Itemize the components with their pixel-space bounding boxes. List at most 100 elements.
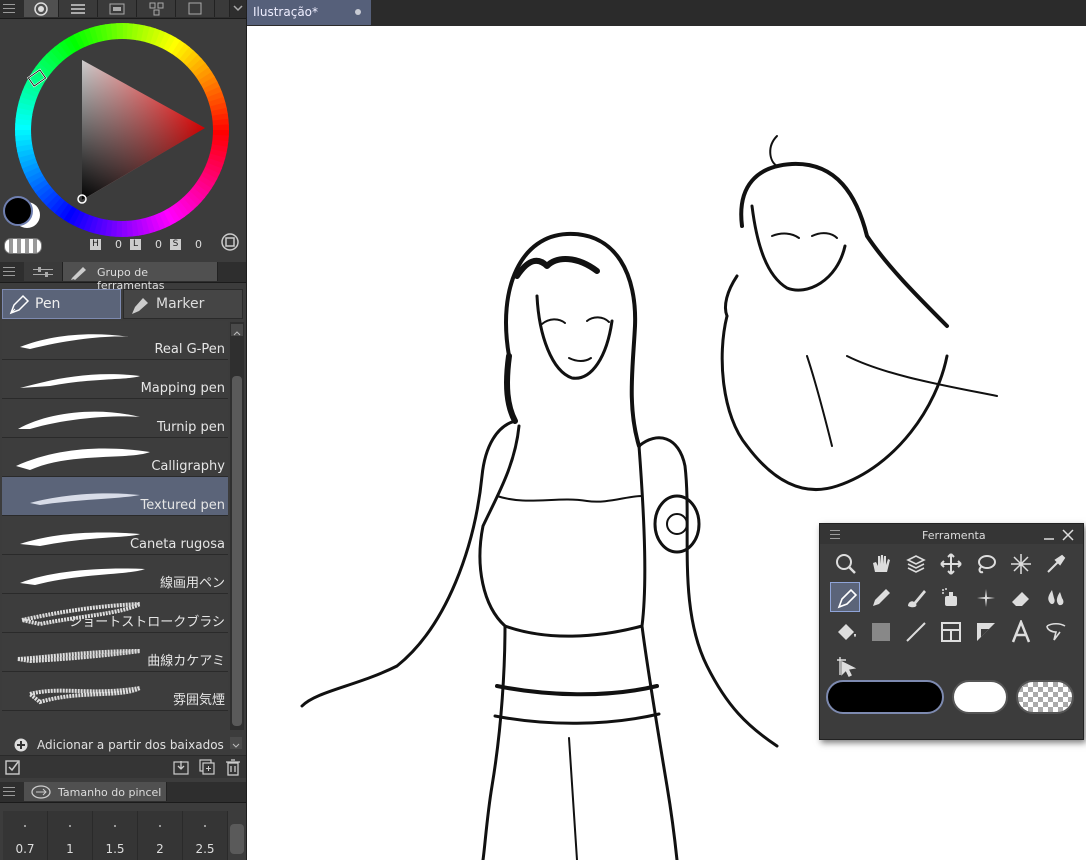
tab-more[interactable]: [215, 0, 230, 17]
brush-label: Turnip pen: [156, 420, 225, 435]
tab-color-slider[interactable]: [59, 0, 98, 17]
tab-tool-property[interactable]: [24, 262, 63, 281]
tab-marker[interactable]: Marker: [123, 289, 243, 319]
size-dot: [24, 825, 26, 827]
scroll-thumb[interactable]: [232, 376, 242, 726]
close-icon[interactable]: [1061, 528, 1075, 542]
tool-button-gradient[interactable]: [865, 616, 895, 646]
brush-size-preset[interactable]: 2: [138, 811, 183, 860]
tool-button-eraser[interactable]: [1005, 582, 1035, 612]
s-label: S: [170, 239, 181, 250]
tool-button-layer-select[interactable]: [900, 548, 930, 578]
tool-button-brush[interactable]: [900, 582, 930, 612]
add-from-downloads-label: Adicionar a partir dos baixados: [37, 738, 224, 752]
tab-color-wheel[interactable]: [24, 0, 59, 17]
tool-palette-titlebar[interactable]: Ferramenta: [820, 524, 1083, 544]
brush-icon: [908, 590, 926, 608]
brush-label: Caneta rugosa: [129, 537, 225, 552]
color-wheel[interactable]: [10, 20, 235, 260]
brush-size-value: 2: [156, 842, 164, 856]
download-icon[interactable]: [172, 758, 190, 776]
tool-button-pencil[interactable]: [865, 582, 895, 612]
brush-label: Calligraphy: [151, 459, 225, 474]
balloon-icon: [1046, 622, 1066, 641]
brush-item[interactable]: Mapping pen: [2, 360, 228, 399]
tool-button-operation[interactable]: [830, 650, 860, 680]
tab-navigator[interactable]: [137, 0, 176, 17]
tab-pen[interactable]: Pen: [2, 289, 121, 319]
gradient-icon: [872, 623, 890, 641]
tab-brush-size[interactable]: Tamanho do pincel: [24, 782, 167, 801]
pen-icon: [837, 588, 858, 609]
brush-item[interactable]: Textured pen: [2, 477, 228, 516]
document-tab[interactable]: Ilustração*: [247, 0, 371, 25]
eraser-icon: [1012, 592, 1029, 606]
fill-icon: [838, 624, 856, 640]
sub-color-chip[interactable]: [952, 680, 1008, 714]
tool-button-fill[interactable]: [830, 616, 860, 646]
brush-item[interactable]: 雰囲気煙: [2, 672, 228, 711]
transparent-color-chip[interactable]: [1016, 680, 1074, 714]
chevron-down-icon[interactable]: [230, 0, 247, 17]
tool-button-frame[interactable]: [935, 616, 965, 646]
brush-size-preset[interactable]: 1.5: [93, 811, 138, 860]
tool-button-balloon[interactable]: [1040, 616, 1070, 646]
transparent-color-icon[interactable]: [4, 238, 42, 254]
tab-history[interactable]: [176, 0, 215, 17]
document-tab-title: Ilustração*: [253, 5, 319, 19]
tab-color-set[interactable]: [98, 0, 137, 17]
color-settings-icon[interactable]: [220, 232, 240, 252]
brush-item[interactable]: ショートストロークブラシ: [2, 594, 228, 633]
tool-settings-icon[interactable]: [4, 758, 22, 776]
tool-button-blend[interactable]: [1040, 582, 1070, 612]
l-value: 0: [155, 238, 162, 251]
brush-label: 雰囲気煙: [172, 693, 225, 708]
menu-icon[interactable]: [3, 4, 15, 14]
tool-button-lasso[interactable]: [970, 548, 1000, 578]
tool-button-pen[interactable]: [830, 582, 860, 612]
brush-item[interactable]: Real G-Pen: [2, 321, 228, 360]
tool-button-magic-wand[interactable]: [1005, 548, 1035, 578]
tool-button-text[interactable]: [1005, 616, 1035, 646]
tool-button-airbrush[interactable]: [935, 582, 965, 612]
size-dot: [204, 825, 206, 827]
brush-size-preset[interactable]: 0.7: [3, 811, 48, 860]
size-scroll-thumb[interactable]: [230, 824, 244, 854]
brush-item[interactable]: Calligraphy: [2, 438, 228, 477]
tab-tool-group[interactable]: Grupo de ferramentas: [63, 262, 218, 292]
decoration-icon: [977, 589, 995, 607]
tool-button-ruler[interactable]: [970, 616, 1000, 646]
s-value: 0: [195, 238, 202, 251]
brush-item[interactable]: Turnip pen: [2, 399, 228, 438]
close-tab-icon[interactable]: [355, 9, 361, 15]
h-label: H: [90, 239, 101, 250]
add-from-downloads[interactable]: Adicionar a partir dos baixados: [0, 733, 246, 755]
brush-list: Real G-Pen Mapping pen Turnip pen Calligrap…: [0, 321, 246, 731]
brush-size-preset[interactable]: 1: [48, 811, 93, 860]
add-icon: [14, 738, 28, 752]
tool-button-zoom[interactable]: [830, 548, 860, 578]
main-color-chip[interactable]: [826, 680, 944, 714]
brush-size-tabbar: Tamanho do pincel: [0, 782, 246, 803]
minimize-icon[interactable]: [1042, 528, 1056, 542]
scroll-down-button[interactable]: [230, 737, 242, 749]
duplicate-icon[interactable]: [198, 758, 216, 776]
brush-item[interactable]: 曲線カケアミ: [2, 633, 228, 672]
brush-item[interactable]: 線画用ペン: [2, 555, 228, 594]
brush-item[interactable]: Caneta rugosa: [2, 516, 228, 555]
hand-icon: [873, 555, 890, 572]
menu-icon[interactable]: [3, 787, 15, 797]
main-color-swatch[interactable]: [3, 196, 33, 226]
menu-icon[interactable]: [830, 530, 840, 540]
tool-button-hand[interactable]: [865, 548, 895, 578]
trash-icon[interactable]: [224, 758, 242, 776]
menu-icon[interactable]: [3, 267, 15, 277]
tool-button-move[interactable]: [935, 548, 965, 578]
marker-icon: [132, 298, 148, 314]
tool-button-decoration[interactable]: [970, 582, 1000, 612]
tool-button-eyedropper[interactable]: [1040, 548, 1070, 578]
brush-list-scrollbar[interactable]: [230, 322, 244, 730]
brush-size-preset[interactable]: 2.5: [183, 811, 228, 860]
tool-button-line[interactable]: [900, 616, 930, 646]
scroll-up-button[interactable]: [231, 324, 243, 336]
